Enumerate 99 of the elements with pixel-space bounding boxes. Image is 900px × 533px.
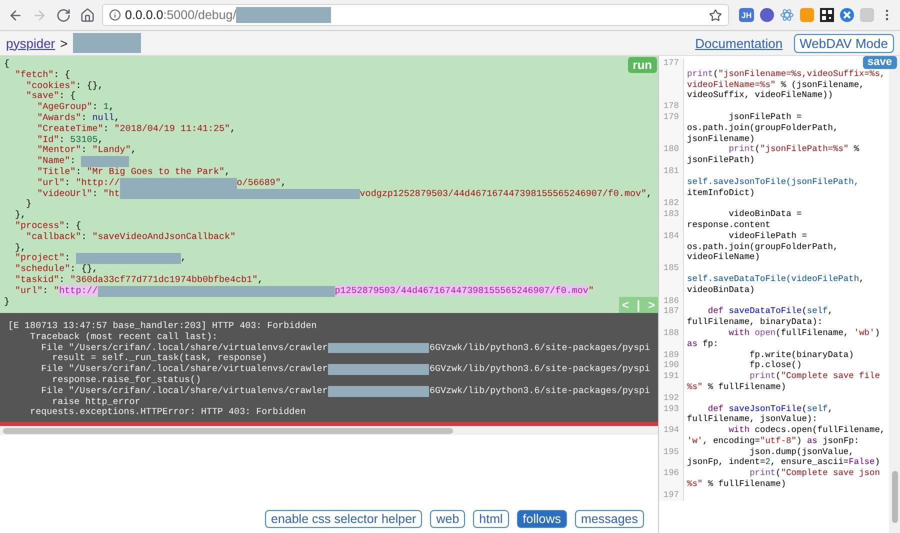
redacted-block	[81, 156, 130, 167]
code-line: "Id": 53105,	[36, 134, 104, 145]
line-number: 194	[659, 425, 684, 447]
code-line: with codecs.open(fullFilename, 'w', encoding="utf-8") as jsonFp:	[686, 425, 886, 447]
line-number: 185	[659, 263, 684, 296]
code-line: "schedule": {},	[14, 264, 98, 275]
line-number: 188	[659, 328, 684, 350]
code-line: vodgzp1252879503/44d467167447398155565246907/f0.mov",	[360, 188, 652, 200]
qr-code-icon[interactable]	[820, 8, 834, 22]
log-line: 6GVzwk/lib/python3.6/site-packages/pyspi	[429, 364, 650, 375]
home-icon[interactable]	[78, 6, 96, 24]
code-line: "project":	[14, 253, 72, 264]
log-line: response.raise_for_status()	[51, 374, 201, 386]
code-line: jsonFilePath = os.path.join(groupFolderPath, jsonFilename)	[686, 112, 840, 144]
code-line: },	[14, 242, 26, 253]
line-number: 182	[659, 198, 684, 210]
code-line: },	[14, 210, 26, 221]
line-number: 177	[659, 58, 684, 102]
line-number: 189	[659, 350, 684, 360]
code-line: "url": "http://	[36, 178, 120, 189]
code-line: json.dump(jsonValue, jsonFp, indent=2, ensure_ascii=False)	[686, 446, 881, 468]
code-line: print("Complete save file %s" % fullFilename)	[686, 371, 881, 393]
line-number: 181	[659, 166, 684, 198]
log-line: result = self._run_task(task, response)	[51, 353, 268, 364]
atom-icon[interactable]	[780, 8, 794, 22]
code-line: "CreateTime": "2018/04/19 11:41:25",	[36, 124, 236, 135]
code-line: "Awards": null,	[36, 112, 120, 124]
log-line: File "/Users/crifan/.local/share/virtualenvs/crawler	[40, 364, 328, 375]
line-number: 195	[659, 446, 684, 468]
code-line: videoFilePath = os.path.join(groupFolderPath, videoFileName)	[686, 230, 840, 264]
code-line: def saveJsonToFile(self, fullFilename, jsonValue):	[686, 404, 834, 426]
line-number: 178	[659, 101, 684, 112]
tab[interactable]: follows	[516, 510, 568, 528]
code-line: "save": {	[25, 91, 76, 102]
code-line: fp.write(binaryData)	[748, 350, 855, 360]
breadcrumb-separator: >	[60, 36, 68, 50]
line-number: 191	[659, 371, 684, 393]
code-line: "Title": "Mr Big Goes to the Park",	[36, 166, 230, 178]
log-line: Traceback (most recent call last):	[29, 332, 218, 343]
line-number: 197	[659, 490, 684, 501]
line-number: 190	[659, 360, 684, 372]
extension-icon[interactable]	[760, 8, 774, 22]
code-line: self.saveDataToFile(videoFilePath, videoBinData)	[686, 272, 866, 296]
code-line: print("Complete save json %s" % fullFilename)	[686, 468, 881, 490]
code-line: p1252879503/44d467167447398155565246907/f0.mov"	[334, 286, 594, 297]
code-line: self.saveJsonToFile(jsonFilePath, itemInfoDict)	[686, 176, 860, 198]
log-line: 6GVzwk/lib/python3.6/site-packages/pyspi	[429, 386, 650, 397]
address-field[interactable]: 0.0.0.0:5000/debug/	[102, 4, 729, 26]
log-line: raise http_error	[51, 396, 140, 407]
tab[interactable]: enable css selector helper	[265, 510, 422, 528]
line-number: 179	[659, 112, 684, 144]
info-icon	[109, 9, 121, 21]
code-line: "Mentor": "Landy",	[36, 145, 136, 156]
redacted-block	[72, 33, 141, 53]
code-line: "videoUrl": "ht	[36, 188, 120, 200]
code-line: {	[4, 59, 10, 70]
code-line: "callback": "saveVideoAndJsonCallback"	[25, 232, 236, 243]
code-line: }	[4, 296, 10, 308]
code-line: o/56689",	[236, 178, 286, 189]
code-line: ,	[180, 253, 186, 264]
save-button[interactable]: save	[862, 56, 897, 69]
documentation-link[interactable]: Documentation	[695, 36, 783, 50]
log-line: File "/Users/crifan/.local/share/virtualenvs/crawler	[40, 386, 328, 397]
code-line: "taskid": "360da33cf77d771dc1974bb0bfbe4cb1",	[14, 274, 264, 286]
tab[interactable]: messages	[575, 510, 644, 528]
url-text: :5000/debug/	[163, 8, 236, 22]
breadcrumb-link[interactable]: pyspider	[6, 36, 56, 50]
tab[interactable]: html	[473, 510, 509, 528]
horizontal-scrollbar[interactable]	[0, 426, 658, 435]
code-line: "fetch": {	[14, 70, 70, 81]
log-line: File "/Users/crifan/.local/share/virtualenvs/crawler	[40, 342, 328, 353]
tab[interactable]: web	[430, 510, 466, 528]
log-line: 6GVzwk/lib/python3.6/site-packages/pyspi	[429, 342, 650, 354]
code-line: fp.close()	[748, 360, 803, 372]
line-number: 196	[659, 468, 684, 490]
webdav-mode-button[interactable]: WebDAV Mode	[794, 34, 894, 52]
log-line: [E 180713 13:47:57 base_handler:203] HTTP 403: Forbidden	[8, 321, 317, 332]
code-line: }	[25, 199, 32, 210]
code-line: def saveDataToFile(self, fullFilename, binaryData):	[686, 306, 834, 328]
line-number: 193	[659, 404, 684, 426]
code-line: print("jsonFilePath=%s" % jsonFilePath)	[686, 144, 860, 166]
line-number: 183	[659, 209, 684, 231]
line-number: 184	[659, 230, 684, 264]
line-number: 187	[659, 306, 684, 328]
extension-icon[interactable]: JH	[739, 8, 754, 22]
line-number: 192	[659, 392, 684, 404]
code-line: "Name":	[36, 156, 77, 167]
code-line: with open(fullFilename, 'wb') as fp:	[686, 328, 881, 350]
extension-icon[interactable]	[840, 8, 854, 22]
code-line: "cookies": {},	[25, 80, 104, 91]
line-number: 180	[659, 144, 684, 166]
code-line: "process": {	[14, 220, 82, 232]
line-number: 186	[659, 296, 684, 306]
url-text: 0.0.0.0	[125, 8, 164, 22]
code-line: "url": "http://	[14, 286, 98, 297]
log-line: requests.exceptions.HTTPError: HTTP 403: Forbidden	[29, 407, 306, 418]
code-line: "AgeGroup": 1,	[36, 102, 114, 113]
code-line: print("jsonFilename=%s,videoSuffix=%s,videoFileName=%s" % (jsonFilename, videoSuffix, videoFileName))	[686, 68, 886, 102]
bookmark-star-icon[interactable]	[709, 8, 722, 22]
